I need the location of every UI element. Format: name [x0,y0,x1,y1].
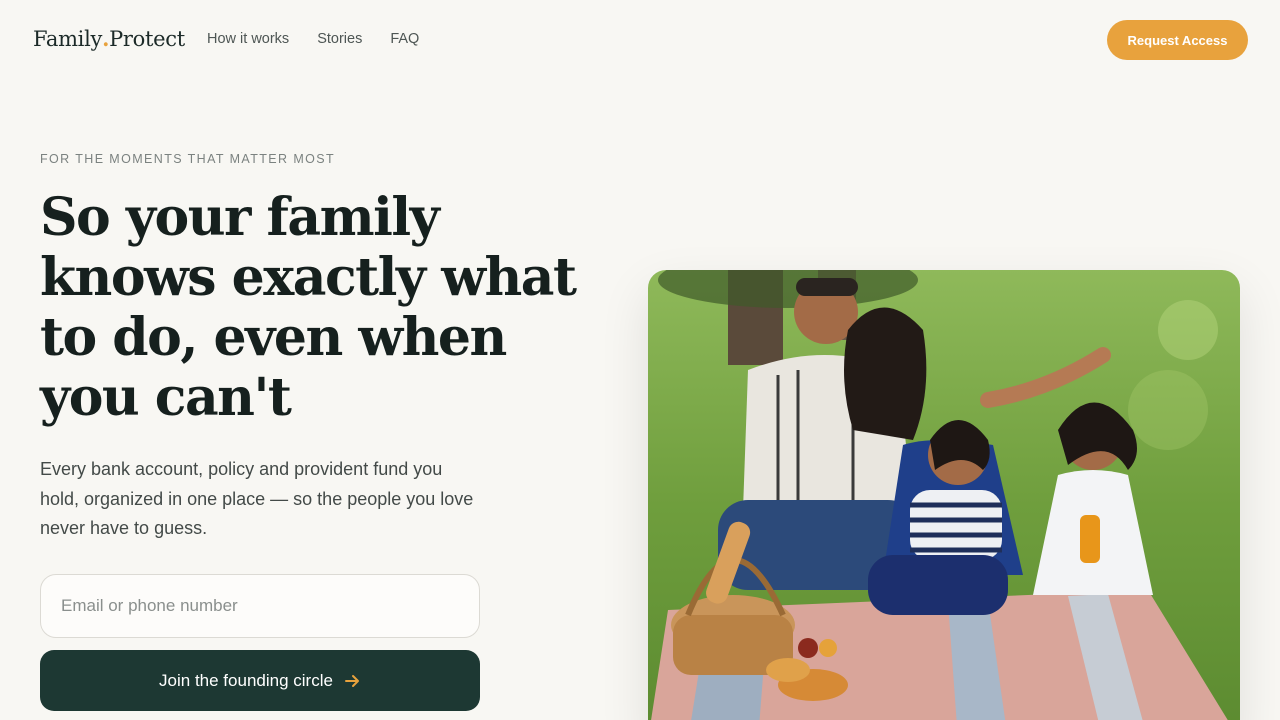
logo-word-family: Family [33,27,103,51]
email-phone-input[interactable] [40,574,480,638]
nav-link-how-it-works[interactable]: How it works [207,31,289,47]
hero-subtext: Every bank account, policy and provident… [40,459,474,538]
landing-page: Family. Protect How it works Stories FAQ … [0,0,1280,720]
family-picnic-photo [648,270,1240,720]
request-access-button[interactable]: Request Access [1107,20,1248,60]
nav-links: How it works Stories FAQ [207,31,419,47]
hero-eyebrow: FOR THE MOMENTS THAT MATTER MOST [40,152,336,166]
logo[interactable]: Family. Protect [33,26,185,51]
nav-link-stories[interactable]: Stories [317,31,362,47]
arrow-right-icon [343,672,361,690]
join-founding-circle-button[interactable]: Join the founding circle [40,650,480,711]
hero-headline: So your family knows exactly what to do,… [40,187,577,428]
join-button-label: Join the founding circle [159,670,333,690]
top-nav: Family. Protect How it works Stories FAQ … [0,0,1280,80]
nav-link-faq[interactable]: FAQ [390,31,419,47]
logo-dot: . [102,26,110,51]
logo-word-protect: Protect [109,27,185,51]
family-picnic-illustration [648,270,1240,720]
